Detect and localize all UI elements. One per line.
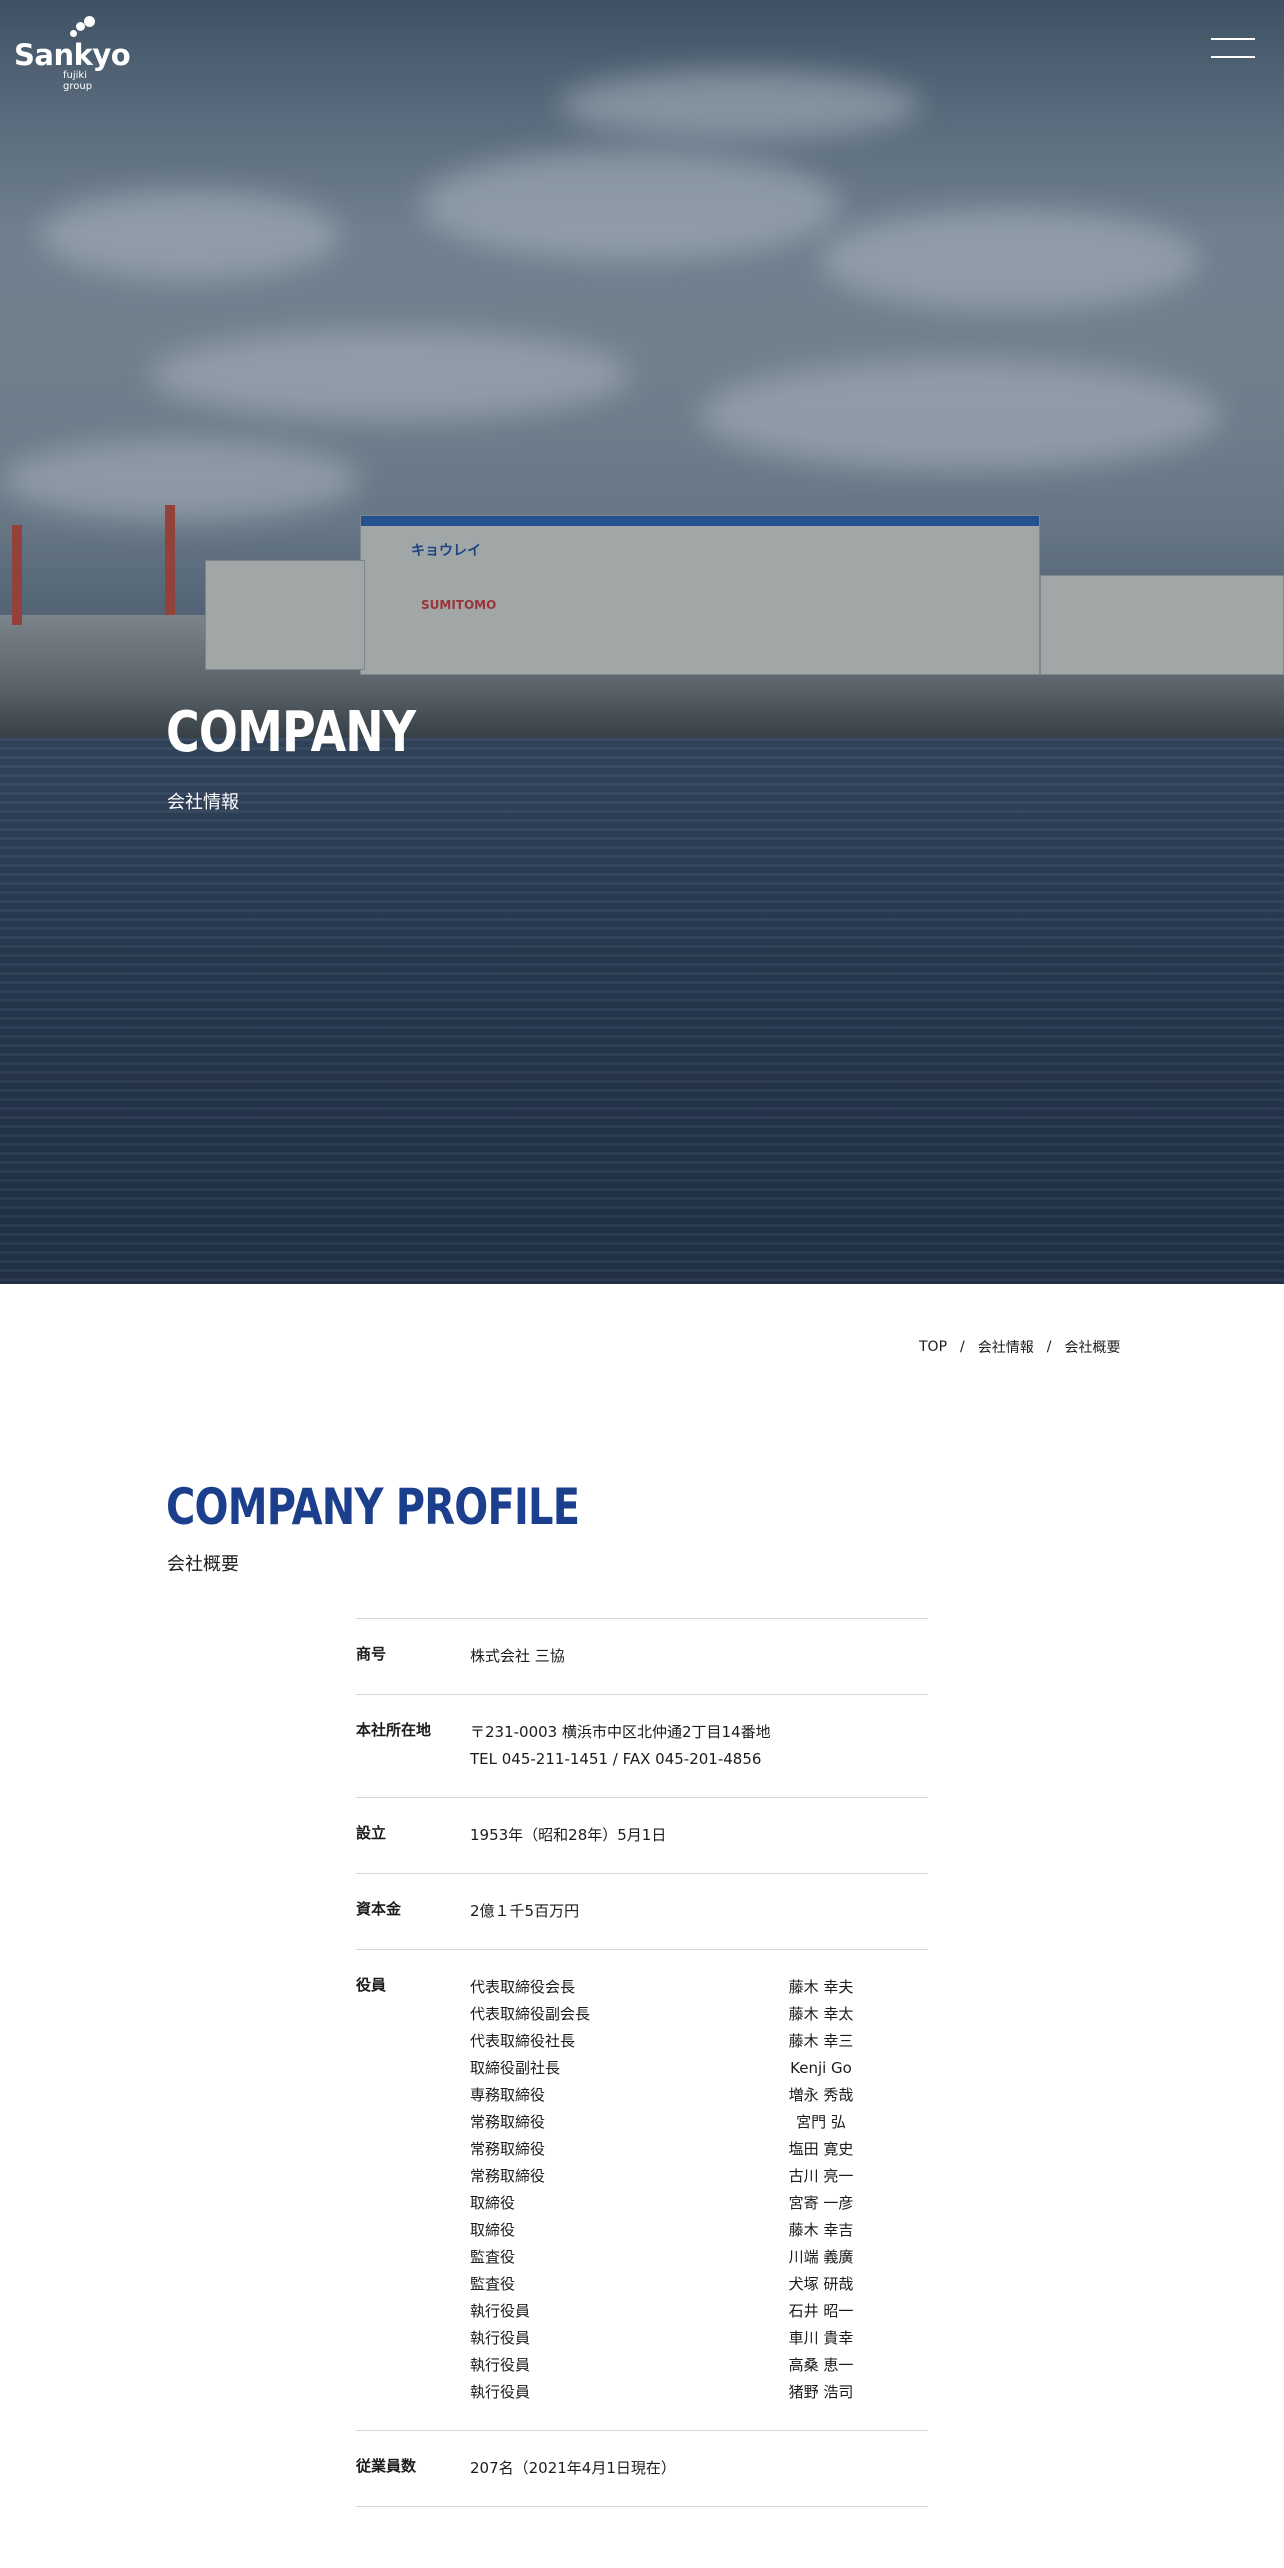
officer-name: 宮寄 一彦 [788,2194,854,2212]
officer-row: 監査役 犬塚 研哉 [470,2271,928,2298]
profile-label: 設立 [356,1824,387,1842]
hero-subtitle: 会社情報 [167,792,239,813]
profile-label: 本社所在地 [356,1721,432,1739]
profile-label: 役員 [356,1976,387,1994]
officer-row: 取締役副社長 Kenji Go [470,2055,928,2082]
officer-row: 専務取締役 増永 秀哉 [470,2082,928,2109]
company-profile-table: 商号 株式会社 三協 本社所在地 〒231-0003 横浜市中区北仲通2丁目14… [356,1618,928,2507]
profile-row-capital: 資本金 2億１千5百万円 [356,1873,928,1949]
officer-title: 取締役副社長 [470,2059,561,2077]
profile-divider [356,2506,928,2507]
logo-subtext: fujiki group [63,70,93,92]
section-title: COMPANY PROFILE [166,1478,580,1536]
breadcrumb-separator: / [960,1339,965,1355]
profile-label: 商号 [356,1645,387,1663]
officer-title: 取締役 [470,2221,516,2239]
hero-section: キョウレイ SUMITOMO Sankyo fujiki group COMPA… [0,0,1284,1284]
officer-name: 車川 貴幸 [788,2329,854,2347]
hamburger-menu-icon[interactable] [1211,36,1255,60]
officer-row: 常務取締役 塩田 寛史 [470,2136,928,2163]
profile-label: 資本金 [356,1900,402,1918]
officer-name: 犬塚 研哉 [788,2275,854,2293]
officer-row: 常務取締役 古川 亮一 [470,2163,928,2190]
officer-title: 監査役 [470,2248,516,2266]
officer-row: 代表取締役副会長 藤木 幸太 [470,2001,928,2028]
officer-name: 塩田 寛史 [788,2140,854,2158]
officer-name: 川端 義廣 [788,2248,854,2266]
officer-name: 藤木 幸太 [788,2005,854,2023]
head-office-address: 〒231-0003 横浜市中区北仲通2丁目14番地 [470,1723,771,1741]
officer-row: 執行役員 石井 昭一 [470,2298,928,2325]
profile-value: 1953年（昭和28年）5月1日 [470,1826,667,1844]
officer-row: 代表取締役会長 藤木 幸夫 [470,1974,928,2001]
officer-title: 取締役 [470,2194,516,2212]
officer-row: 代表取締役社長 藤木 幸三 [470,2028,928,2055]
officer-name: 猪野 浩司 [788,2383,854,2401]
officer-name: 高桑 恵一 [788,2356,854,2374]
profile-row-officers: 役員 代表取締役会長 藤木 幸夫 代表取締役副会長 藤木 幸太 代表取締役社長 藤木 … [356,1949,928,2430]
officer-name: 宮門 弘 [796,2113,846,2131]
officer-name: Kenji Go [790,2059,852,2077]
officers-list: 代表取締役会長 藤木 幸夫 代表取締役副会長 藤木 幸太 代表取締役社長 藤木 幸三 … [470,1974,928,2406]
officer-title: 執行役員 [470,2302,531,2320]
logo-dot-icon [84,16,95,27]
officer-name: 藤木 幸夫 [788,1978,854,1996]
breadcrumb-separator: / [1046,1339,1052,1355]
officer-title: 執行役員 [470,2383,531,2401]
officer-title: 執行役員 [470,2329,531,2347]
officer-title: 代表取締役副会長 [470,2005,591,2023]
officer-title: 監査役 [470,2275,516,2293]
officer-title: 常務取締役 [470,2113,546,2131]
profile-value: 株式会社 三協 [470,1647,565,1665]
breadcrumb-top-link[interactable]: TOP [919,1339,947,1355]
officer-name: 石井 昭一 [788,2302,854,2320]
breadcrumb: TOP / 会社情報 / 会社概要 [919,1337,1120,1357]
profile-value: 207名（2021年4月1日現在） [470,2459,676,2477]
breadcrumb-current: 会社概要 [1064,1340,1121,1356]
officer-name: 増永 秀哉 [788,2086,854,2104]
profile-row-employees: 従業員数 207名（2021年4月1日現在） [356,2430,928,2506]
officer-row: 常務取締役 宮門 弘 [470,2109,928,2136]
officer-row: 執行役員 車川 貴幸 [470,2325,928,2352]
officer-row: 執行役員 猪野 浩司 [470,2379,928,2406]
officer-name: 藤木 幸吉 [788,2221,854,2239]
officer-row: 取締役 藤木 幸吉 [470,2217,928,2244]
profile-row-head-office: 本社所在地 〒231-0003 横浜市中区北仲通2丁目14番地 TEL 045-… [356,1694,928,1797]
sankyo-logo[interactable]: Sankyo fujiki group [14,14,131,92]
profile-value: 〒231-0003 横浜市中区北仲通2丁目14番地 TEL 045-211-14… [470,1719,928,1773]
profile-label: 従業員数 [356,2457,417,2475]
officer-name: 藤木 幸三 [788,2032,854,2050]
officer-title: 専務取締役 [470,2086,546,2104]
officer-row: 取締役 宮寄 一彦 [470,2190,928,2217]
officer-title: 常務取締役 [470,2140,546,2158]
officer-title: 代表取締役社長 [470,2032,576,2050]
profile-row-established: 設立 1953年（昭和28年）5月1日 [356,1797,928,1873]
officer-row: 執行役員 高桑 恵一 [470,2352,928,2379]
head-office-phone: TEL 045-211-1451 / FAX 045-201-4856 [470,1750,762,1768]
officer-row: 監査役 川端 義廣 [470,2244,928,2271]
officer-title: 常務取締役 [470,2167,546,2185]
officer-title: 代表取締役会長 [470,1978,576,1996]
profile-value: 2億１千5百万円 [470,1902,580,1920]
logo-wordmark: Sankyo [14,38,131,72]
section-subtitle: 会社概要 [167,1554,239,1575]
hero-title: COMPANY [166,700,416,765]
officer-name: 古川 亮一 [788,2167,854,2185]
officer-title: 執行役員 [470,2356,531,2374]
profile-row-trade-name: 商号 株式会社 三協 [356,1618,928,1694]
breadcrumb-company-link[interactable]: 会社情報 [978,1337,1034,1357]
logo-dot-icon [70,30,77,37]
